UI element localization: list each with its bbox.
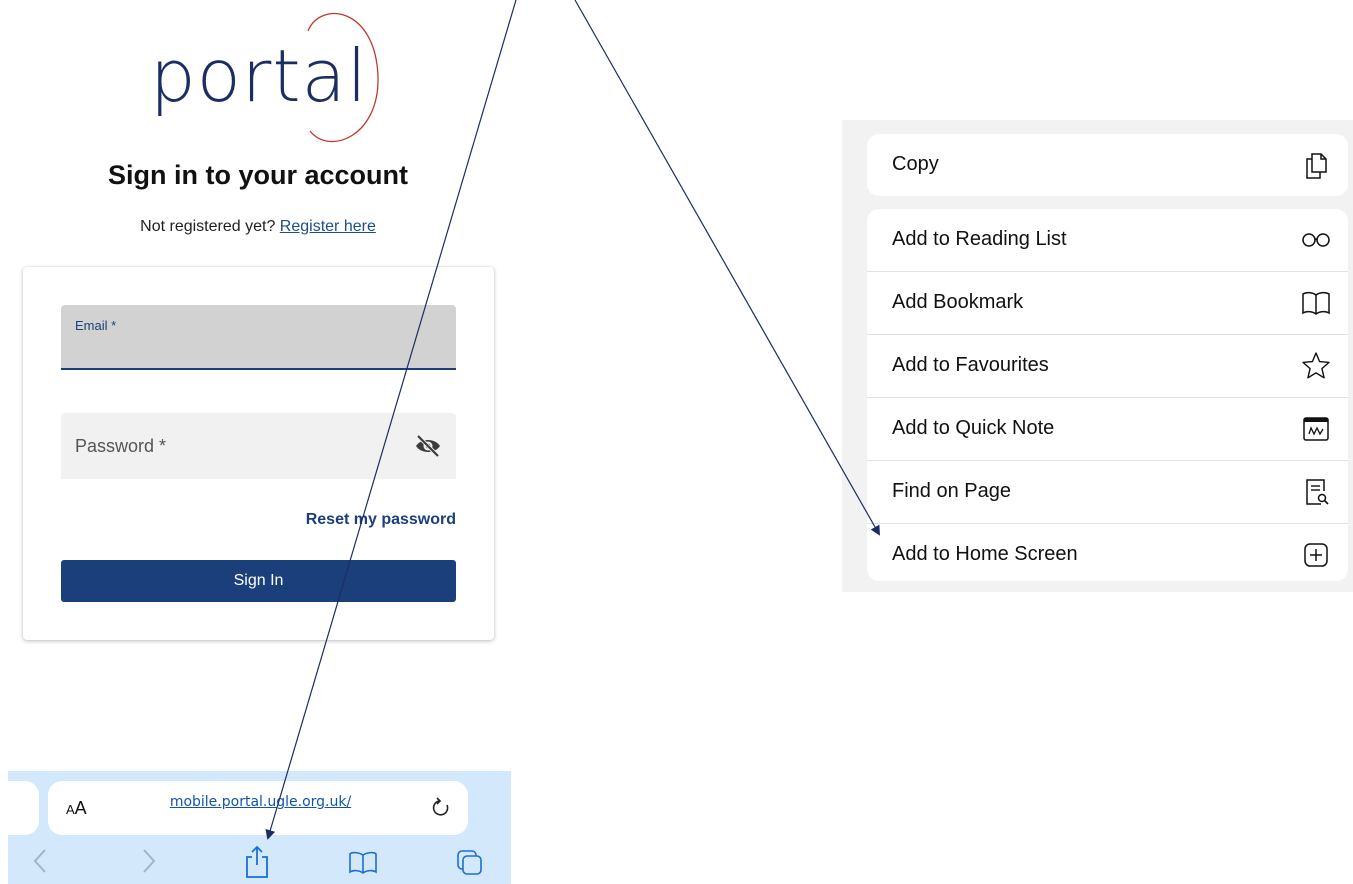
password-label: Password *	[75, 436, 167, 456]
menu-item-add-to-favourites[interactable]: Add to Favourites	[867, 335, 1348, 398]
copy-group: Copy	[867, 134, 1348, 196]
menu-item-label: Add Bookmark	[892, 291, 1024, 313]
register-link[interactable]: Register here	[280, 218, 376, 235]
sign-in-button[interactable]: Sign In	[61, 560, 456, 602]
star-icon	[1302, 352, 1330, 379]
bookmarks-icon[interactable]	[348, 851, 378, 875]
menu-item-find-on-page[interactable]: Find on Page	[867, 461, 1348, 524]
add-square-icon	[1304, 543, 1328, 567]
menu-item-label: Add to Favourites	[892, 354, 1049, 376]
safari-toolbar: AA mobile.portal.ugle.org.uk/	[8, 771, 511, 884]
find-on-page-icon	[1306, 479, 1329, 505]
menu-item-label: Copy	[892, 153, 939, 175]
quick-note-icon	[1303, 417, 1329, 441]
tabs-icon[interactable]	[456, 849, 484, 877]
text-size-button[interactable]: AA	[66, 798, 87, 819]
register-line: Not registered yet? Register here	[0, 218, 516, 236]
eye-off-icon[interactable]	[414, 434, 442, 458]
menu-item-label: Add to Home Screen	[892, 543, 1078, 565]
email-label: Email *	[75, 318, 117, 333]
share-sheet: Copy Add to Reading List Add Bookmark Ad…	[842, 120, 1353, 592]
url-text[interactable]: mobile.portal.ugle.org.uk/	[143, 783, 378, 821]
page-title: Sign in to your account	[107, 160, 408, 190]
menu-item-add-to-home-screen[interactable]: Add to Home Screen	[867, 524, 1348, 581]
reload-icon[interactable]	[430, 797, 452, 819]
email-field[interactable]: Email *	[61, 305, 456, 370]
arrow-to-add-to-home-screen	[574, 0, 880, 536]
not-registered-text: Not registered yet?	[140, 218, 276, 235]
copy-icon	[1306, 153, 1327, 179]
back-icon[interactable]	[32, 847, 48, 875]
glasses-icon	[1302, 233, 1330, 247]
menu-item-copy[interactable]: Copy	[867, 134, 1348, 196]
previous-tab-pill[interactable]	[8, 781, 39, 835]
menu-item-label: Find on Page	[892, 480, 1011, 502]
login-card: Email * Password * Reset my password Sig…	[23, 267, 494, 640]
address-bar[interactable]: AA mobile.portal.ugle.org.uk/	[48, 781, 468, 835]
book-icon	[1302, 291, 1330, 315]
password-field[interactable]: Password *	[61, 413, 456, 479]
menu-item-add-bookmark[interactable]: Add Bookmark	[867, 272, 1348, 335]
forward-icon[interactable]	[141, 847, 157, 875]
menu-item-add-to-quick-note[interactable]: Add to Quick Note	[867, 398, 1348, 461]
actions-group: Add to Reading List Add Bookmark Add to …	[867, 209, 1348, 581]
share-icon[interactable]	[244, 845, 270, 879]
reset-password-link[interactable]: Reset my password	[306, 511, 456, 529]
logo-text: portal	[150, 34, 368, 118]
portal-logo: portal	[150, 6, 390, 152]
menu-item-label: Add to Quick Note	[892, 417, 1055, 439]
menu-item-add-to-reading-list[interactable]: Add to Reading List	[867, 209, 1348, 272]
menu-item-label: Add to Reading List	[892, 228, 1067, 250]
